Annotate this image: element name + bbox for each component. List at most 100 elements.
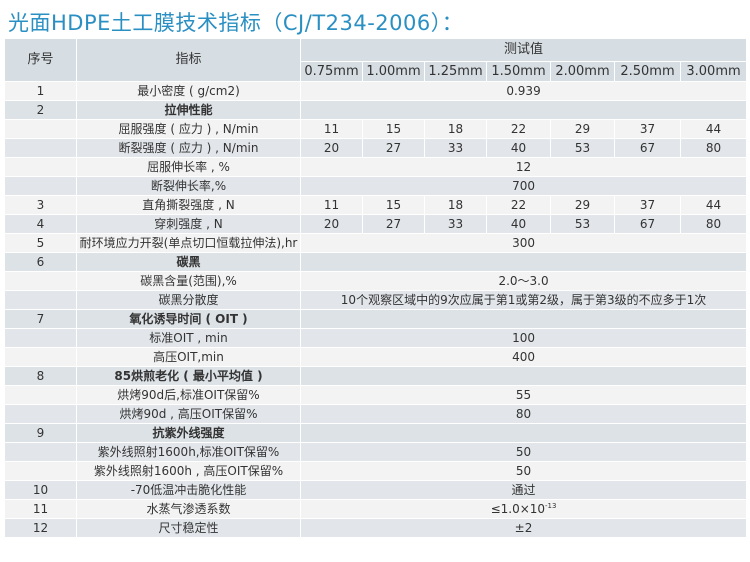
row-item: 碳黑 <box>76 252 301 272</box>
row-number: 11 <box>4 499 77 519</box>
row-item: 碳黑含量(范围),% <box>76 271 301 291</box>
row-item: 屈服伸长率 , % <box>76 157 301 177</box>
row-value: 18 <box>424 195 487 215</box>
row-value: 20 <box>300 214 363 234</box>
row-value-span: 2.0～3.0 <box>299 271 748 291</box>
row-item: 最小密度 ( g/cm2) <box>76 81 301 101</box>
table-row: 烘烤90d , 高压OIT保留% 80 <box>4 404 748 424</box>
table-row: 碳黑分散度 10个观察区域中的9次应属于第1或第2级，属于第3级的不应多于1次 <box>4 290 748 310</box>
header-thickness: 1.25mm <box>424 61 487 82</box>
row-item: 耐环境应力开裂(单点切口恒载拉伸法),hr <box>76 233 301 253</box>
section-fill <box>299 309 748 329</box>
row-value-span: 300 <box>299 233 748 253</box>
row-item: 拉伸性能 <box>76 100 301 120</box>
row-item: 断裂伸长率,% <box>76 176 301 196</box>
table-row: 断裂强度 ( 应力 ) , N/min 20 27 33 40 53 67 80 <box>4 138 748 158</box>
row-number: 3 <box>4 195 77 215</box>
table-row: 1 最小密度 ( g/cm2) 0.939 <box>4 81 748 101</box>
row-value: 27 <box>362 138 425 158</box>
value-base: ≤1.0×10 <box>490 502 546 516</box>
header-row: 序号 指标 测试值 <box>4 38 748 82</box>
row-item: 直角撕裂强度 , N <box>76 195 301 215</box>
row-number <box>4 328 77 348</box>
section-fill <box>299 100 748 120</box>
section-row: 9 抗紫外线强度 <box>4 423 748 443</box>
row-value-span: 通过 <box>299 480 748 500</box>
header-thickness: 3.00mm <box>679 61 748 82</box>
table-row: 碳黑含量(范围),% 2.0～3.0 <box>4 271 748 291</box>
header-thickness: 2.50mm <box>614 61 681 82</box>
table-row: 紫外线照射1600h , 高压OIT保留% 50 <box>4 461 748 481</box>
row-number <box>4 347 77 367</box>
table-row: 5 耐环境应力开裂(单点切口恒载拉伸法),hr 300 <box>4 233 748 253</box>
row-value-span: 700 <box>299 176 748 196</box>
row-value-span: 0.939 <box>299 81 748 101</box>
row-value: 29 <box>550 119 615 139</box>
row-value: 22 <box>486 195 551 215</box>
row-item: 尺寸稳定性 <box>76 518 301 538</box>
page-title: 光面HDPE土工膜技术指标（CJ/T234-2006）： <box>8 11 464 35</box>
row-item: 氧化诱导时间 ( OIT ) <box>76 309 301 329</box>
section-fill <box>299 366 748 386</box>
table-row: 屈服强度 ( 应力 ) , N/min 11 15 18 22 29 37 44 <box>4 119 748 139</box>
row-number: 6 <box>4 252 77 272</box>
row-value: 33 <box>424 138 487 158</box>
row-number: 8 <box>4 366 77 386</box>
row-value-span: ≤1.0×10-13 <box>299 499 748 519</box>
table-row: 断裂伸长率,% 700 <box>4 176 748 196</box>
table-row: 屈服伸长率 , % 12 <box>4 157 748 177</box>
row-value: 33 <box>424 214 487 234</box>
table-row: 12 尺寸稳定性 ±2 <box>4 518 748 538</box>
row-value: 44 <box>679 119 748 139</box>
section-row: 8 85烘煎老化 ( 最小平均值 ) <box>4 366 748 386</box>
row-value-span: 50 <box>299 442 748 462</box>
row-item: 85烘煎老化 ( 最小平均值 ) <box>76 366 301 386</box>
row-number: 4 <box>4 214 77 234</box>
section-row: 6 碳黑 <box>4 252 748 272</box>
table-row: 高压OIT,min 400 <box>4 347 748 367</box>
header-thickness: 0.75mm <box>300 61 363 82</box>
header-thickness: 1.00mm <box>362 61 425 82</box>
header-thickness: 2.00mm <box>550 61 615 82</box>
row-value: 29 <box>550 195 615 215</box>
row-value: 27 <box>362 214 425 234</box>
table-row: 11 水蒸气渗透系数 ≤1.0×10-13 <box>4 499 748 519</box>
row-value: 53 <box>550 138 615 158</box>
section-row: 7 氧化诱导时间 ( OIT ) <box>4 309 748 329</box>
table-row: 3 直角撕裂强度 , N 11 15 18 22 29 37 44 <box>4 195 748 215</box>
table-row: 烘烤90d后,标准OIT保留% 55 <box>4 385 748 405</box>
row-value-span: 50 <box>299 461 748 481</box>
row-number <box>4 138 77 158</box>
row-item: 碳黑分散度 <box>76 290 301 310</box>
row-number <box>4 442 77 462</box>
row-item: 抗紫外线强度 <box>76 423 301 443</box>
row-value: 53 <box>550 214 615 234</box>
row-item: 紫外线照射1600h,标准OIT保留% <box>76 442 301 462</box>
row-item: -70低温冲击脆化性能 <box>76 480 301 500</box>
row-number <box>4 290 77 310</box>
row-value: 11 <box>300 195 363 215</box>
row-value: 20 <box>300 138 363 158</box>
row-value-span: ±2 <box>299 518 748 538</box>
table-row: 10 -70低温冲击脆化性能 通过 <box>4 480 748 500</box>
row-number: 10 <box>4 480 77 500</box>
header-no: 序号 <box>4 38 77 82</box>
row-number <box>4 119 77 139</box>
row-value: 67 <box>614 138 681 158</box>
value-exponent: -13 <box>545 502 557 510</box>
row-item: 屈服强度 ( 应力 ) , N/min <box>76 119 301 139</box>
row-item: 烘烤90d后,标准OIT保留% <box>76 385 301 405</box>
table-row: 标准OIT , min 100 <box>4 328 748 348</box>
section-row: 2 拉伸性能 <box>4 100 748 120</box>
row-item: 烘烤90d , 高压OIT保留% <box>76 404 301 424</box>
section-fill <box>299 423 748 443</box>
spec-table: 序号 指标 测试值 0.75mm 1.00mm 1.25mm 1.50mm 2.… <box>4 38 748 538</box>
header-thickness: 1.50mm <box>486 61 551 82</box>
row-value-span: 100 <box>299 328 748 348</box>
row-value: 80 <box>679 214 748 234</box>
row-item: 紫外线照射1600h , 高压OIT保留% <box>76 461 301 481</box>
row-value-span: 80 <box>299 404 748 424</box>
row-number <box>4 385 77 405</box>
row-item: 断裂强度 ( 应力 ) , N/min <box>76 138 301 158</box>
row-number: 12 <box>4 518 77 538</box>
